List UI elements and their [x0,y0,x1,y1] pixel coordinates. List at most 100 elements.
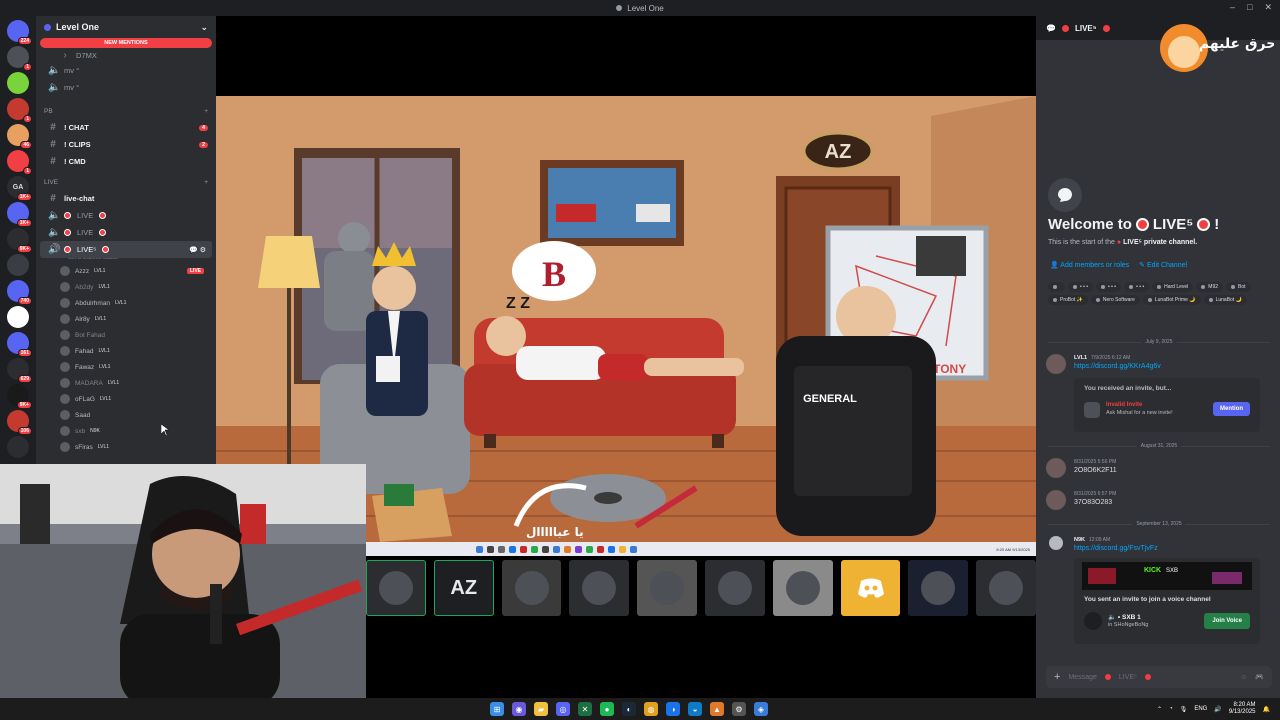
voice-user[interactable]: Fahad LVL1 [36,343,216,359]
browser-icon[interactable]: ◑ [666,702,680,716]
voice-user[interactable]: Alr8y LVL1 [36,311,216,327]
server-icon[interactable]: 9K+ [7,228,32,253]
excel-icon[interactable]: ✕ [578,702,592,716]
server-icon[interactable] [7,436,29,458]
participant-tile[interactable] [569,560,630,616]
voice-user[interactable]: sxb N9K [36,423,216,439]
notification-bell-icon[interactable]: 🔔 [1263,706,1270,713]
app-icon[interactable]: ◈ [754,702,768,716]
voice-user[interactable]: Azzz LVL1 LIVE [36,263,216,279]
role-chip[interactable]: ProBot ✨ [1048,295,1088,305]
vlc-icon[interactable]: ▲ [710,702,724,716]
avatar[interactable] [1049,536,1063,550]
voice-user[interactable]: Bot Fahad [36,327,216,343]
voice-channel-item[interactable]: 🔈 mv ° [36,79,216,96]
chevron-down-icon[interactable]: ⌄ [200,22,208,33]
server-icon[interactable]: 1 [7,46,32,71]
chevron-up-icon[interactable]: ⌃ [1157,706,1162,713]
role-chip[interactable] [1048,282,1065,292]
edge-icon[interactable]: ◒ [688,702,702,716]
voice-user[interactable]: Abdulrhman LVL1 [36,295,216,311]
participant-tile[interactable] [840,560,901,616]
participant-tile[interactable]: AZ [433,560,494,616]
voice-user[interactable]: oFLaG LVL1 [36,391,216,407]
invite-link[interactable]: https://discord.gg/FsvTjvFz [1074,545,1158,552]
game-controller-icon[interactable]: 🎮 [1255,673,1264,681]
server-icon[interactable]: 46 [7,124,32,149]
avatar[interactable] [1046,458,1066,478]
server-icon[interactable]: 1K+ [7,202,32,227]
participant-tile[interactable] [501,560,562,616]
steam-icon[interactable]: ◐ [622,702,636,716]
windows-start-icon[interactable]: ⊞ [490,702,504,716]
close-button[interactable]: ✕ [1264,2,1272,13]
system-clock[interactable]: 8:20 AM 9/13/2025 [1229,702,1256,716]
discord-icon[interactable]: ◎ [556,702,570,716]
copilot-icon[interactable]: ◉ [512,702,526,716]
chrome-icon[interactable]: ◍ [644,702,658,716]
channel-live-chat[interactable]: # live-chat [36,190,216,207]
role-chip[interactable]: • • • [1068,282,1094,292]
message-composer[interactable]: + Message LIVE⁵ ☺ 🎮 [1046,666,1272,688]
avatar[interactable] [1046,490,1066,510]
invite-link[interactable]: https://discord.gg/KKrA4g6v [1074,363,1161,370]
voice-channel-active[interactable]: 🔊 LIVE⁵ 💬 ⚙ [40,241,212,258]
role-chip[interactable]: LunaBot 🌙 [1203,295,1247,305]
participant-tile[interactable] [366,560,426,616]
participant-tile[interactable] [705,560,765,616]
voice-user[interactable]: Ab2dy LVL1 [36,279,216,295]
server-icon[interactable] [7,306,29,328]
voice-user[interactable]: sFiras LVL1 [36,439,216,455]
server-icon[interactable]: 629 [7,358,32,383]
voice-channel-live[interactable]: 🔈 LIVE [36,207,216,224]
join-voice-button[interactable]: Join Voice [1204,613,1250,629]
server-icon[interactable]: 1 [7,150,32,175]
folder-icon[interactable]: ▰ [534,702,548,716]
voice-channel-live[interactable]: 🔈 LIVE [36,224,216,241]
new-mentions-pill[interactable]: NEW MENTIONS [40,38,212,48]
voice-channel-item[interactable]: 🔈 mv ° [36,62,216,79]
add-channel-icon[interactable]: + [204,179,208,186]
role-chip[interactable]: M92 [1196,282,1224,292]
voice-user[interactable]: MADARA LVL1 [36,375,216,391]
server-icon[interactable]: 161 [7,332,32,357]
server-icon[interactable]: 106 [7,410,32,435]
server-icon[interactable]: 224 [7,20,32,45]
participant-tile[interactable] [772,560,833,616]
server-icon[interactable]: 9K+ [7,384,32,409]
server-icon[interactable]: 1 [7,98,32,123]
role-chip[interactable]: LunaBot Prime 🌙 [1142,295,1201,305]
server-header[interactable]: Level One ⌄ [36,16,216,38]
plus-icon[interactable]: + [1054,671,1060,683]
voice-user[interactable]: Fawaz LVL1 [36,359,216,375]
server-icon[interactable]: 740 [7,280,32,305]
role-chip[interactable]: Bot [1226,282,1251,292]
add-members-button[interactable]: 👤 Add members or roles [1050,261,1129,269]
language-indicator[interactable]: ENG [1194,706,1207,712]
channel-item[interactable]: › D7MX [36,48,216,62]
server-icon[interactable] [7,254,29,276]
participant-tile[interactable] [976,560,1037,616]
channel-actions-icon[interactable]: 💬 ⚙ [189,246,206,254]
minimize-button[interactable]: – [1230,2,1235,13]
role-chip[interactable]: • • • [1124,282,1150,292]
channel-cmd[interactable]: #! CMD [36,153,216,170]
role-chip[interactable]: Nero Software [1090,295,1140,305]
edit-channel-button[interactable]: ✎ Edit Channel [1139,261,1187,269]
server-icon[interactable] [7,72,29,94]
speaker-icon[interactable]: 🔊 [1214,706,1221,713]
channel-clips[interactable]: #! CLIPS 2 [36,136,216,153]
role-chip[interactable]: Hard Level [1152,282,1194,292]
participant-tile[interactable] [637,560,698,616]
spotify-icon[interactable]: ● [600,702,614,716]
avatar[interactable] [1046,354,1066,374]
wifi-icon[interactable]: ◔ [1169,706,1173,712]
voice-user[interactable]: Saad [36,407,216,423]
role-chip[interactable]: • • • [1096,282,1122,292]
add-channel-icon[interactable]: + [204,108,208,115]
participant-tile[interactable] [908,560,969,616]
mention-button[interactable]: Mention [1213,402,1250,416]
category-pb[interactable]: PB + [36,104,216,119]
server-icon[interactable]: GA 1K+ [7,176,32,201]
maximize-button[interactable]: □ [1247,2,1252,13]
